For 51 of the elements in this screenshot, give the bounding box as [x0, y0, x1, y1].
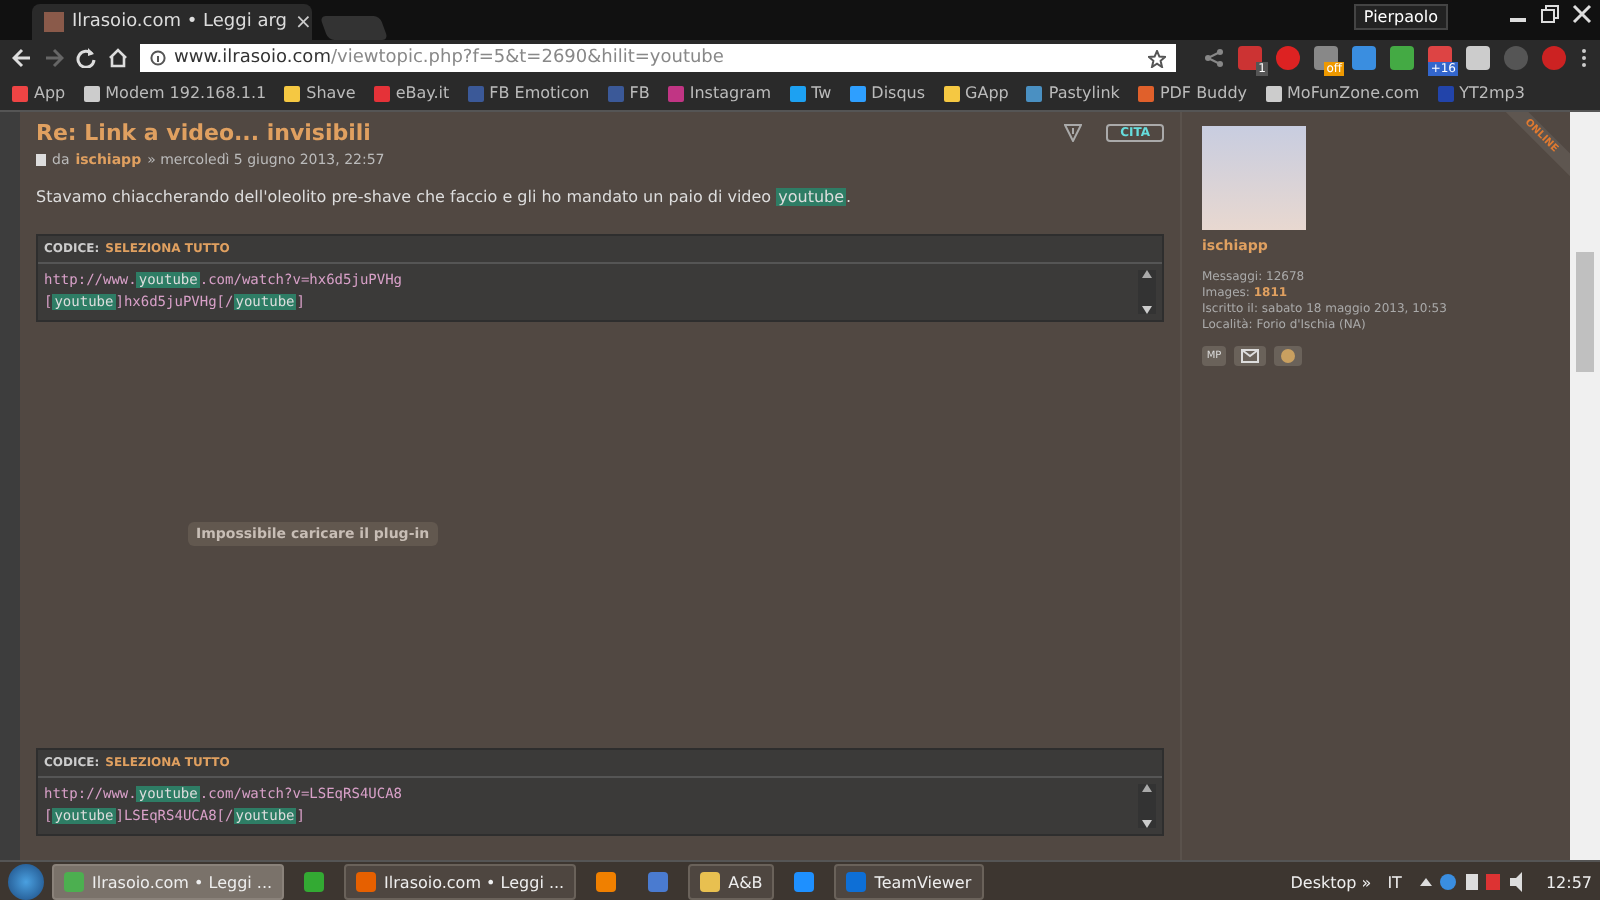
menu-icon[interactable]	[1580, 48, 1588, 68]
back-icon[interactable]	[12, 48, 32, 68]
scroll-up-icon[interactable]	[1142, 784, 1152, 792]
desktop-toolbar[interactable]: Desktop »	[1290, 873, 1372, 891]
bookmark[interactable]: GApp	[943, 84, 1009, 102]
bookmark[interactable]: App	[12, 84, 66, 102]
scroll-up-icon[interactable]	[1142, 270, 1152, 278]
site-icon	[44, 12, 64, 32]
clock: 12:57	[1545, 873, 1592, 891]
code-scrollbar[interactable]	[1138, 270, 1156, 314]
bookmark[interactable]: Instagram	[667, 84, 772, 102]
browser-tab[interactable]: Ilrasoio.com • Leggi arg ×	[32, 4, 312, 40]
bookmark[interactable]: eBay.it	[373, 84, 450, 102]
bookmark[interactable]: Disqus	[849, 84, 926, 102]
bookmark[interactable]: Shave	[284, 84, 356, 102]
taskbar-item[interactable]: A&B	[688, 864, 775, 900]
language-indicator[interactable]: IT	[1387, 873, 1402, 891]
star-icon[interactable]	[1148, 49, 1166, 67]
extension-icon[interactable]	[1542, 46, 1566, 70]
bookmark[interactable]: Tw	[789, 84, 832, 102]
page-scrollbar[interactable]	[1570, 112, 1600, 860]
scroll-down-icon[interactable]	[1142, 820, 1152, 828]
bookmark[interactable]: MoFunZone.com	[1265, 84, 1420, 102]
address-field[interactable]: www.ilrasoio.com/viewtopic.php?f=5&t=2690&hilit=youtube	[140, 44, 1176, 72]
warning-icon[interactable]	[1064, 124, 1083, 142]
restore-icon[interactable]	[1540, 4, 1560, 24]
bookmark[interactable]: FB Emoticon	[467, 84, 590, 102]
info-icon	[150, 50, 166, 66]
forward-icon[interactable]	[44, 48, 64, 68]
bookmark[interactable]: FB	[607, 84, 650, 102]
envelope-icon[interactable]	[1234, 346, 1266, 366]
avatar-photo-placeholder	[1202, 126, 1306, 230]
extension-icon[interactable]	[1276, 46, 1300, 70]
bookmark[interactable]: Modem 192.168.1.1	[83, 84, 267, 102]
bookmark[interactable]: PDF Buddy	[1137, 84, 1248, 102]
post-icon	[36, 154, 46, 166]
post-title: Re: Link a video... invisibili	[36, 120, 373, 146]
home-icon[interactable]	[108, 48, 128, 68]
profile-button[interactable]: Pierpaolo	[1353, 4, 1448, 30]
taskbar-item[interactable]: Ilrasoio.com • Leggi ...	[52, 864, 285, 900]
share-icon[interactable]	[1204, 48, 1224, 68]
reload-icon[interactable]	[76, 48, 96, 68]
code-scrollbar[interactable]	[1138, 784, 1156, 828]
bookmark[interactable]: YT2mp3	[1437, 84, 1525, 102]
post-text: Stavamo chiaccherando dell'oleolito pre-shave che faccio e gli ho mandato un paio di video youtube.	[36, 188, 854, 206]
taskbar-item[interactable]: TeamViewer	[834, 864, 984, 900]
start-button[interactable]	[8, 864, 44, 900]
scroll-down-icon[interactable]	[1142, 306, 1152, 314]
bookmark[interactable]: Pastylink	[1026, 84, 1120, 102]
close-icon[interactable]	[1572, 4, 1592, 24]
taskbar-item[interactable]: Ilrasoio.com • Leggi ...	[344, 864, 577, 900]
